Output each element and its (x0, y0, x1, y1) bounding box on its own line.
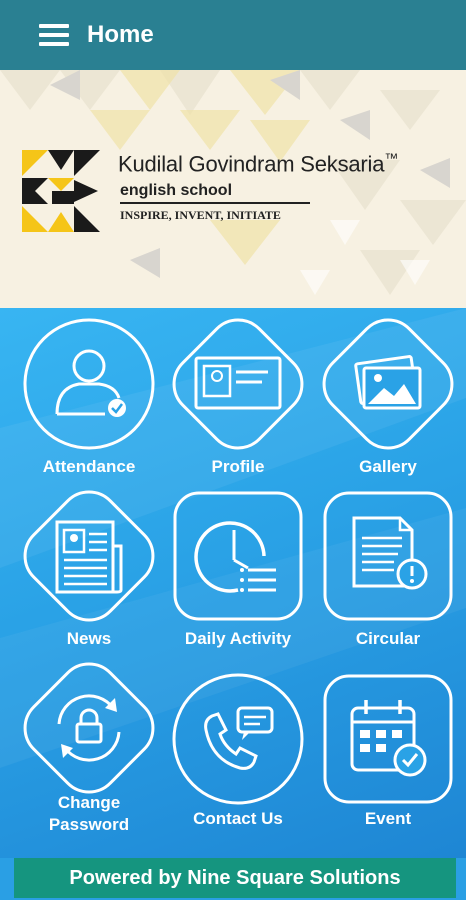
tile-daily-activity[interactable]: Daily Activity (168, 486, 308, 650)
clock-list-icon (173, 491, 303, 621)
tile-label: Circular (355, 629, 421, 648)
school-logo: Kudilal Govindram Seksaria™ english scho… (22, 150, 398, 232)
tile-change-password[interactable]: Change Password (19, 658, 159, 836)
trademark-symbol: ™ (384, 150, 399, 166)
tile-label: Change Password (48, 793, 130, 834)
logo-divider (120, 202, 310, 204)
powered-by-footer: Powered by Nine Square Solutions (14, 858, 456, 898)
tile-label: News (66, 629, 112, 648)
tile-gallery[interactable]: Gallery (318, 314, 458, 478)
school-subtitle: english school (120, 182, 233, 199)
attendance-icon (23, 318, 155, 450)
calendar-icon (323, 674, 453, 804)
school-name: Kudilal Govindram Seksaria™ (118, 150, 399, 177)
tile-label: Profile (211, 457, 265, 476)
tile-news[interactable]: News (19, 486, 159, 650)
hamburger-menu-icon[interactable] (39, 24, 69, 46)
school-tagline: INSPIRE, INVENT, INITIATE (120, 208, 281, 222)
phone-chat-icon (172, 673, 304, 805)
lock-icon (23, 662, 155, 794)
tile-label: Contact Us (193, 809, 283, 828)
tile-label: Gallery (359, 457, 417, 476)
school-banner: Kudilal Govindram Seksaria™ english scho… (0, 70, 466, 308)
news-icon (23, 490, 155, 622)
gallery-icon (322, 318, 454, 450)
tile-label: Event (364, 809, 412, 828)
tile-circular[interactable]: Circular (318, 486, 458, 650)
tile-event[interactable]: Event (318, 672, 458, 830)
tile-profile[interactable]: Profile (168, 314, 308, 478)
menu-grid: Attendance Profile Gallery News Daily Ac… (0, 308, 466, 858)
tile-attendance[interactable]: Attendance (19, 314, 159, 478)
tile-label: Attendance (42, 457, 136, 476)
tile-contact-us[interactable]: Contact Us (168, 672, 308, 830)
app-bar: Home (0, 0, 466, 70)
profile-card-icon (172, 318, 304, 450)
tile-label: Daily Activity (184, 629, 292, 648)
school-logo-mark (22, 150, 100, 232)
page-title: Home (87, 21, 154, 48)
circular-icon (323, 491, 453, 621)
